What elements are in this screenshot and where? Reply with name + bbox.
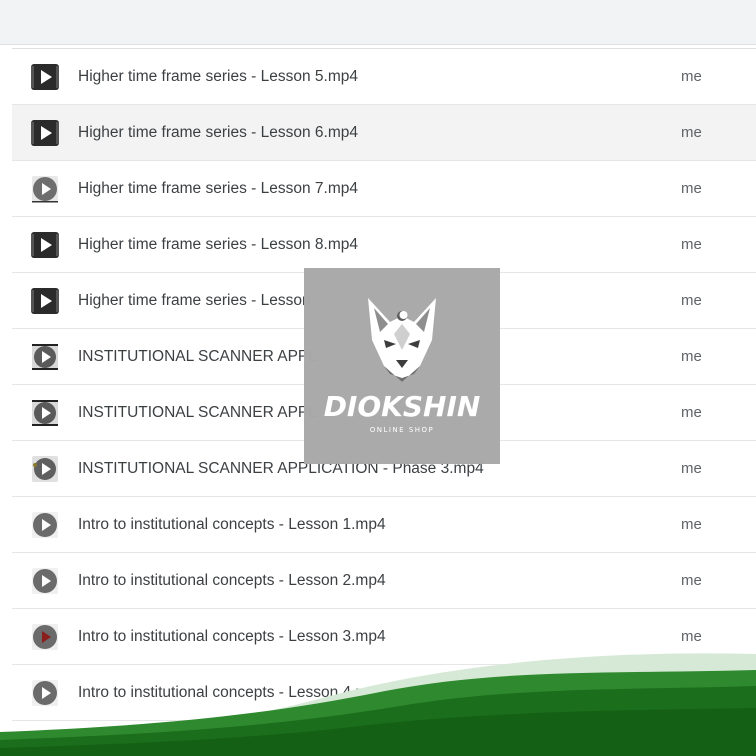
file-row[interactable]: Higher time frame series - Lesson 8.mp4 … [12,217,756,273]
file-name: Intro to institutional concepts - Lesson… [78,516,386,533]
file-owner: me [681,404,702,421]
file-owner: me [681,348,702,365]
file-name: Higher time frame series - Lesson 5.mp4 [78,68,358,85]
video-file-icon [31,288,59,314]
watermark-tagline: ONLINE SHOP [369,426,435,434]
watermark: DIOKSHIN ONLINE SHOP [304,268,500,464]
file-owner: me [681,516,702,533]
file-name: INSTITUTIONAL SCANNER APPL [78,404,317,421]
file-owner: me [681,460,702,477]
wolf-logo-icon [368,298,436,382]
video-thumbnail-icon [32,176,58,203]
file-owner: me [681,124,702,141]
file-row[interactable]: Intro to institutional concepts - Lesson… [12,497,756,553]
file-owner: me [681,236,702,253]
file-row[interactable]: Higher time frame series - Lesson 7.mp4 … [12,161,756,217]
video-file-icon [31,232,59,258]
video-file-icon [31,120,59,146]
video-file-icon [31,64,59,90]
file-name: Higher time frame series - Lesson 8.mp4 [78,236,358,253]
file-owner: me [681,292,702,309]
file-browser-window: Higher time frame series - Lesson 5.mp4 … [0,0,756,756]
video-thumbnail-icon [32,456,58,482]
video-thumbnail-icon [32,400,58,426]
watermark-brand: DIOKSHIN [323,390,481,423]
file-name: Higher time frame series - Lesson 7.mp4 [78,180,358,197]
file-row[interactable]: Higher time frame series - Lesson 5.mp4 … [12,49,756,105]
file-owner: me [681,572,702,589]
toolbar [0,0,756,45]
file-row[interactable]: Intro to institutional concepts - Lesson… [12,553,756,609]
file-owner: me [681,180,702,197]
video-thumbnail-icon [32,568,58,594]
decorative-wave [0,653,756,756]
file-row[interactable]: Higher time frame series - Lesson 6.mp4 … [12,105,756,161]
video-thumbnail-icon [32,512,58,538]
file-name: Higher time frame series - Lesson 6.mp4 [78,124,358,141]
file-name: INSTITUTIONAL SCANNER APPL [78,348,317,365]
file-owner: me [681,68,702,85]
file-name: Higher time frame series - Lesson [78,292,311,309]
video-thumbnail-icon [32,344,58,370]
file-name: Intro to institutional concepts - Lesson… [78,572,386,589]
